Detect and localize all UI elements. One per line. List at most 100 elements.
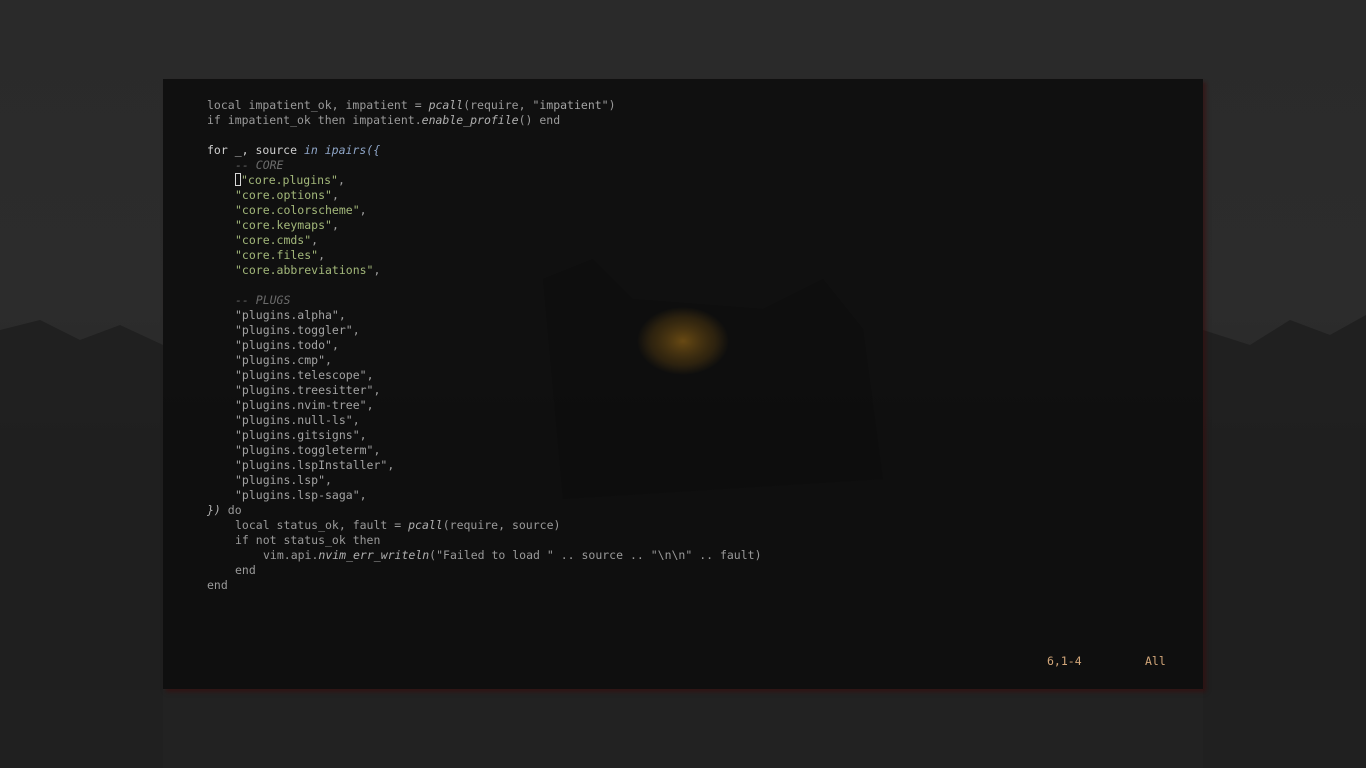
- code-token: "core.plugins": [241, 173, 338, 187]
- code-line[interactable]: "plugins.lsp",: [207, 473, 1187, 488]
- statusline: 6,1-4 All: [163, 654, 1203, 669]
- code-token: (require, source): [442, 518, 561, 532]
- terminal-window[interactable]: local impatient_ok, impatient = pcall(re…: [163, 79, 1203, 689]
- code-line[interactable]: "core.colorscheme",: [207, 203, 1187, 218]
- code-token: "core.keymaps": [235, 218, 332, 232]
- code-token: -- PLUGS: [235, 293, 291, 307]
- code-token: "core.options": [235, 188, 332, 202]
- code-token: "core.colorscheme": [235, 203, 360, 217]
- cursor-position: 6,1-4: [1047, 654, 1082, 668]
- code-line[interactable]: "core.plugins",: [207, 173, 1187, 188]
- code-token: ,: [366, 368, 374, 382]
- code-line[interactable]: "plugins.gitsigns",: [207, 428, 1187, 443]
- code-token: "core.files": [235, 248, 319, 262]
- code-token: ,: [331, 338, 339, 352]
- code-line[interactable]: "plugins.telescope",: [207, 368, 1187, 383]
- code-token: ,: [373, 383, 381, 397]
- code-token: ,: [325, 353, 332, 367]
- code-token: if impatient_ok then impatient.: [207, 113, 422, 127]
- code-token: "plugins.lspInstaller": [235, 458, 388, 472]
- code-token: ,: [311, 233, 319, 247]
- code-token: "core.cmds": [235, 233, 312, 247]
- code-token: ,: [359, 203, 367, 217]
- code-token: pcall: [408, 518, 443, 532]
- code-line[interactable]: for _, source in ipairs({: [207, 143, 1187, 158]
- code-line[interactable]: local impatient_ok, impatient = pcall(re…: [207, 98, 1187, 113]
- code-token: ,: [373, 443, 381, 457]
- code-line[interactable]: "plugins.null-ls",: [207, 413, 1187, 428]
- code-token: "plugins.nvim-tree": [235, 398, 367, 412]
- code-line[interactable]: "plugins.toggler",: [207, 323, 1187, 338]
- code-line[interactable]: vim.api.nvim_err_writeln("Failed to load…: [207, 548, 1187, 563]
- code-token: local status_ok, fault =: [235, 518, 409, 532]
- code-token: ,: [387, 458, 395, 472]
- code-token: -- CORE: [235, 158, 284, 172]
- code-token: "plugins.todo": [235, 338, 332, 352]
- scroll-indicator: All: [1145, 654, 1166, 668]
- code-line[interactable]: -- CORE: [207, 158, 1187, 173]
- code-line[interactable]: "core.keymaps",: [207, 218, 1187, 233]
- code-token: ({: [366, 143, 381, 157]
- code-token: local impatient_ok, impatient =: [207, 98, 429, 112]
- code-token: nvim_err_writeln: [318, 548, 430, 562]
- code-token: ("Failed to load " .. source .. "\n\n" .…: [429, 548, 762, 562]
- code-line[interactable]: "plugins.treesitter",: [207, 383, 1187, 398]
- code-token: ,: [359, 428, 367, 442]
- code-line[interactable]: "core.options",: [207, 188, 1187, 203]
- code-token: "plugins.lsp": [235, 473, 326, 487]
- code-token: in: [303, 143, 325, 157]
- code-line[interactable]: "core.abbreviations",: [207, 263, 1187, 278]
- code-line[interactable]: "plugins.todo",: [207, 338, 1187, 353]
- code-token: pcall: [428, 98, 464, 112]
- code-token: "plugins.gitsigns": [235, 428, 360, 442]
- code-line[interactable]: if not status_ok then: [207, 533, 1187, 548]
- code-line[interactable]: "plugins.toggleterm",: [207, 443, 1187, 458]
- code-line[interactable]: [207, 278, 1187, 293]
- code-token: "plugins.telescope": [235, 368, 367, 382]
- code-token: "plugins.toggleterm": [235, 443, 374, 457]
- code-line[interactable]: "plugins.cmp",: [207, 353, 1187, 368]
- code-token: ,: [337, 173, 345, 187]
- code-line[interactable]: "plugins.lspInstaller",: [207, 458, 1187, 473]
- code-line[interactable]: "plugins.lsp-saga",: [207, 488, 1187, 503]
- code-line[interactable]: local status_ok, fault = pcall(require, …: [207, 518, 1187, 533]
- code-line[interactable]: -- PLUGS: [207, 293, 1187, 308]
- code-token: end: [235, 563, 256, 577]
- code-token: "impatient": [532, 98, 609, 112]
- code-token: "plugins.null-ls": [235, 413, 353, 427]
- code-token: if not status_ok then: [235, 533, 381, 547]
- code-token: ,: [331, 188, 339, 202]
- code-token: ipairs: [324, 143, 367, 157]
- code-token: do: [220, 503, 242, 517]
- code-token: "plugins.alpha": [235, 308, 339, 322]
- code-token: "plugins.cmp": [235, 353, 326, 367]
- code-token: ,: [366, 398, 374, 412]
- code-line[interactable]: end: [207, 578, 1187, 593]
- code-token: "plugins.treesitter": [235, 383, 374, 397]
- ground-shade: [0, 690, 1366, 768]
- code-line[interactable]: end: [207, 563, 1187, 578]
- code-token: end: [207, 578, 228, 592]
- code-token: vim.api.: [263, 548, 319, 562]
- code-line[interactable]: "plugins.nvim-tree",: [207, 398, 1187, 413]
- code-line[interactable]: if impatient_ok then impatient.enable_pr…: [207, 113, 1187, 128]
- code-line[interactable]: "core.files",: [207, 248, 1187, 263]
- code-token: ,: [352, 413, 360, 427]
- code-line[interactable]: }) do: [207, 503, 1187, 518]
- code-line[interactable]: "core.cmds",: [207, 233, 1187, 248]
- code-token: "plugins.toggler": [235, 323, 353, 337]
- code-token: "core.abbreviations": [235, 263, 374, 277]
- editor-buffer[interactable]: local impatient_ok, impatient = pcall(re…: [207, 98, 1187, 593]
- code-token: ,: [318, 248, 326, 262]
- code-line[interactable]: "plugins.alpha",: [207, 308, 1187, 323]
- code-token: ,: [359, 488, 367, 502]
- code-token: ,: [325, 473, 332, 487]
- code-token: for _, source: [207, 143, 304, 157]
- code-token: ,: [338, 308, 346, 322]
- code-token: ,: [352, 323, 360, 337]
- code-token: "plugins.lsp-saga": [235, 488, 360, 502]
- code-token: enable_profile: [421, 113, 519, 127]
- code-token: ): [608, 98, 616, 112]
- code-line[interactable]: [207, 128, 1187, 143]
- code-token: () end: [518, 113, 561, 127]
